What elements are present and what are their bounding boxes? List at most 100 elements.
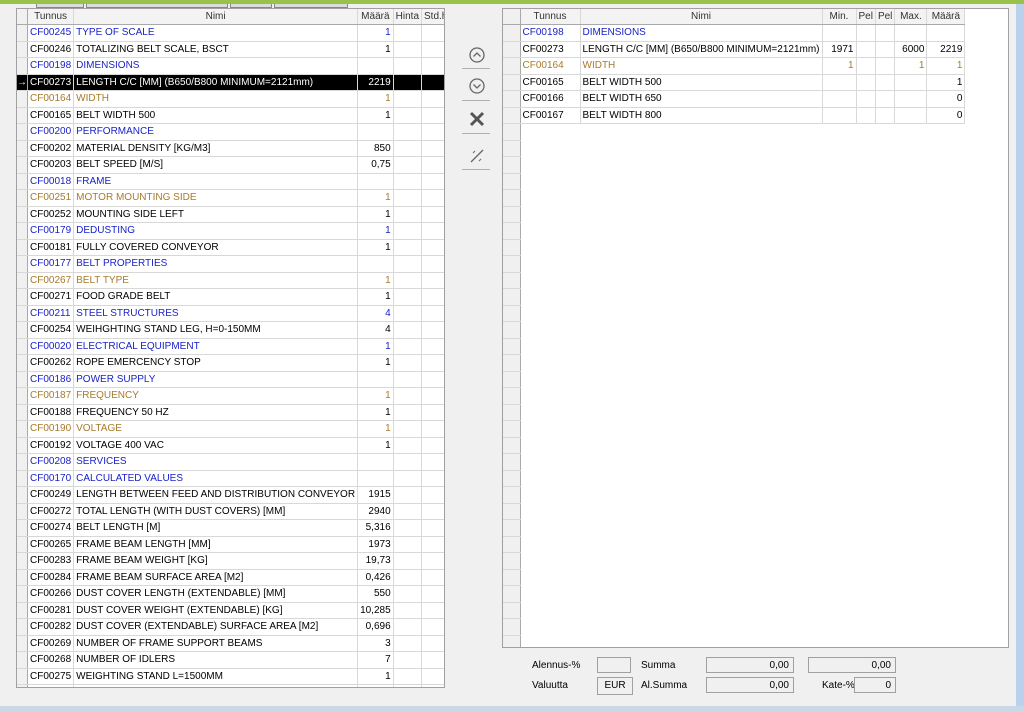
table-row[interactable]: CF00186 POWER SUPPLY [17,371,444,388]
table-row[interactable]: CF00202 MATERIAL DENSITY [KG/M3] 850 [17,140,444,157]
row-indicator[interactable] [17,404,28,421]
row-indicator[interactable] [17,189,28,207]
cell-qty[interactable]: 2219 [357,74,394,91]
table-row[interactable]: CF00198 DIMENSIONS [503,24,966,42]
column-header-min[interactable]: Min. [822,9,857,25]
cell-price[interactable] [393,338,423,355]
cell-qty[interactable]: 1 [357,420,394,438]
table-row[interactable]: CF00192 VOLTAGE 400 VAC 1 [17,437,444,454]
row-indicator[interactable] [17,602,28,619]
cell-qty[interactable]: 850 [357,140,394,157]
table-row[interactable]: CF00268 NUMBER OF IDLERS 7 [17,651,444,669]
table-row[interactable]: CF00187 FREQUENCY 1 [17,387,444,405]
row-indicator[interactable] [17,173,28,190]
row-indicator[interactable] [17,503,28,520]
table-row[interactable]: → CF00273 LENGTH C/C [MM] (B650/B800 MINIM… [17,74,444,91]
table-row[interactable]: CF00282 DUST COVER (EXTENDABLE) SURFACE A… [17,618,444,636]
row-indicator[interactable] [17,552,28,570]
column-header-qty[interactable]: Määrä [926,9,966,25]
row-indicator[interactable] [17,288,28,306]
margin-field[interactable]: 0 [854,677,896,693]
cell-qty[interactable]: 0,426 [357,569,394,586]
row-indicator[interactable] [503,57,521,75]
cell-qty[interactable] [357,453,394,471]
row-indicator[interactable] [17,338,28,355]
cell-qty[interactable]: 1 [926,57,966,75]
table-row[interactable]: CF00166 BELT WIDTH 650 0 [503,90,966,108]
table-row[interactable]: CF00272 TOTAL LENGTH (WITH DUST COVERS) [… [17,503,444,520]
row-indicator[interactable] [17,486,28,504]
column-header-code[interactable]: Tunnus [27,9,75,25]
table-row[interactable]: CF00273 LENGTH C/C [MM] (B650/B800 MINIMU… [503,41,966,58]
column-header-p1[interactable]: Pel [856,9,876,25]
table-row[interactable]: CF00269 NUMBER OF FRAME SUPPORT BEAMS 3 [17,635,444,652]
cell-qty[interactable]: 1 [357,107,394,124]
cell-qty[interactable]: 1 [357,338,394,355]
cell-qty[interactable]: 0 [926,107,966,124]
row-indicator[interactable] [17,668,28,685]
cell-price[interactable] [393,107,423,124]
cell-qty[interactable]: 1 [357,24,394,42]
row-indicator[interactable] [17,453,28,471]
column-header-std-price[interactable]: Std.hinta [421,9,444,25]
row-indicator[interactable] [17,140,28,157]
cell-qty[interactable] [926,24,966,42]
table-row[interactable]: CF00170 CALCULATED VALUES [17,470,444,487]
move-up-button[interactable] [464,42,490,68]
cell-price[interactable] [393,585,423,603]
row-indicator[interactable] [17,90,28,108]
table-row[interactable]: CF00281 DUST COVER WEIGHT (EXTENDABLE) [K… [17,602,444,619]
row-indicator[interactable] [17,420,28,438]
table-row[interactable]: CF00267 BELT TYPE 1 [17,272,444,289]
column-header-max[interactable]: Max. [894,9,928,25]
cell-qty[interactable]: 550 [357,585,394,603]
cell-qty[interactable]: 1 [357,404,394,421]
cell-qty[interactable] [357,371,394,388]
cell-price[interactable] [393,222,423,240]
table-row[interactable]: CF00251 MOTOR MOUNTING SIDE 1 [17,189,444,207]
row-indicator[interactable] [17,255,28,273]
table-row[interactable]: CF00177 BELT PROPERTIES [17,255,444,273]
cell-qty[interactable]: 0,696 [357,618,394,636]
column-header-qty[interactable]: Määrä [357,9,394,25]
table-row[interactable]: CF00284 FRAME BEAM SURFACE AREA [M2] 0,426 [17,569,444,586]
sum-field[interactable]: 0,00 [706,657,794,673]
table-row[interactable]: CF00190 VOLTAGE 1 [17,420,444,438]
table-row[interactable]: CF00208 SERVICES [17,453,444,471]
cell-qty[interactable]: 1 [357,206,394,223]
table-row[interactable]: CF00198 DIMENSIONS [17,57,444,75]
cell-qty[interactable]: 0 [926,90,966,108]
table-row[interactable]: CF00275 WEIGHTING STAND L=1500MM 1 [17,668,444,685]
currency-field[interactable]: EUR [597,677,633,695]
cell-price[interactable] [393,90,423,108]
cell-qty[interactable] [357,470,394,487]
cell-qty[interactable]: 1 [357,668,394,685]
cell-qty[interactable]: 1 [357,354,394,372]
column-header-name[interactable]: Nimi [580,9,823,25]
cell-qty[interactable]: 1 [357,437,394,454]
cell-qty[interactable]: 1 [357,288,394,306]
cell-price[interactable] [393,420,423,438]
cell-price[interactable] [393,536,423,553]
cell-qty[interactable]: 1 [357,272,394,289]
row-indicator[interactable] [17,519,28,537]
row-indicator[interactable] [17,569,28,586]
row-indicator[interactable] [503,24,521,42]
cell-qty[interactable]: 7 [357,651,394,669]
table-row[interactable]: CF00179 DEDUSTING 1 [17,222,444,240]
cell-qty[interactable]: 4 [357,305,394,322]
cell-price[interactable] [393,371,423,388]
row-indicator[interactable] [17,156,28,174]
cell-qty[interactable] [357,123,394,141]
cell-price[interactable] [393,569,423,586]
column-header-price[interactable]: Hinta [393,9,423,25]
cell-price[interactable] [393,486,423,504]
wizard-button[interactable] [464,143,490,169]
table-row[interactable]: CF00167 BELT WIDTH 800 0 [503,107,966,124]
table-row[interactable]: CF00203 BELT SPEED [M/S] 0,75 [17,156,444,174]
row-indicator[interactable] [17,239,28,256]
cell-qty[interactable]: 1915 [357,486,394,504]
table-row[interactable]: CF00271 FOOD GRADE BELT 1 [17,288,444,306]
row-indicator[interactable] [17,354,28,372]
column-header-name[interactable]: Nimi [73,9,359,25]
